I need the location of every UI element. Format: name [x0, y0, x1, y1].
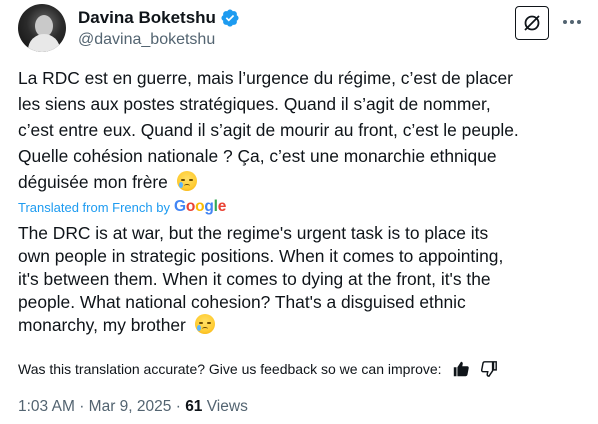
translated-from-label[interactable]: Translated from French by — [18, 200, 170, 215]
tweet-original-text: La RDC est en guerre, mais l’urgence du … — [18, 68, 519, 192]
crying-face-icon — [194, 314, 215, 334]
avatar[interactable] — [18, 4, 66, 52]
grok-button[interactable] — [515, 6, 549, 40]
tweet-meta: 1:03 AM · Mar 9, 2025 · 61 Views — [18, 398, 248, 416]
thumbs-up-icon[interactable] — [452, 360, 470, 378]
author-handle[interactable]: @davina_boketshu — [78, 31, 215, 49]
meta-separator: · — [79, 398, 85, 415]
meta-separator: · — [175, 398, 181, 415]
more-button[interactable] — [560, 10, 584, 34]
tweet-translation-text: The DRC is at war, but the regime's urge… — [18, 223, 504, 335]
translation-feedback: Was this translation accurate? Give us f… — [18, 360, 498, 378]
google-logo: Google — [173, 198, 227, 215]
feedback-prompt: Was this translation accurate? Give us f… — [18, 361, 442, 377]
author-name[interactable]: Davina Boketshu — [78, 8, 216, 28]
verified-badge-icon — [221, 9, 239, 27]
more-icon — [563, 20, 567, 24]
views-count[interactable]: 61 — [185, 398, 202, 415]
grok-icon — [524, 15, 540, 31]
views-label[interactable]: Views — [207, 398, 248, 415]
crying-face-icon — [176, 171, 197, 191]
tweet-date[interactable]: Mar 9, 2025 — [89, 398, 172, 415]
thumbs-down-icon[interactable] — [480, 360, 498, 378]
translation-attribution[interactable]: Translated from French by Google — [18, 198, 226, 216]
author-name-row[interactable]: Davina Boketshu — [78, 8, 240, 28]
tweet-header: Davina Boketshu @davina_boketshu — [18, 4, 588, 56]
tweet-time[interactable]: 1:03 AM — [18, 398, 75, 415]
